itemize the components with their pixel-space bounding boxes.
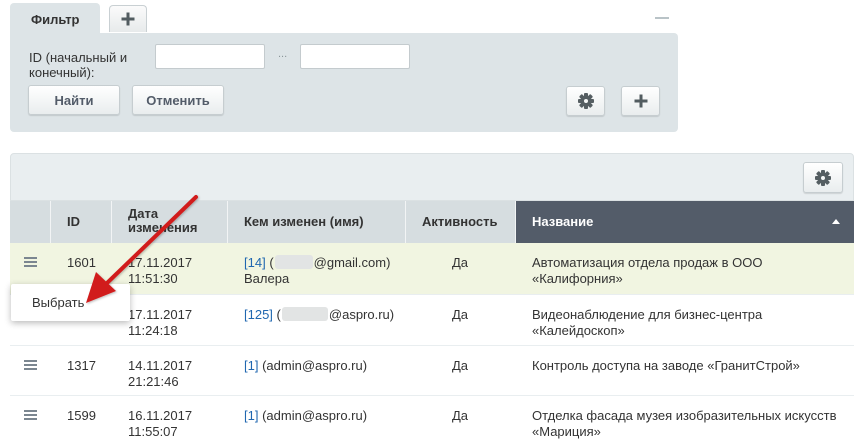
row-modified-by: [125] (@aspro.ru) xyxy=(244,307,395,322)
column-date[interactable]: Дата изменения xyxy=(112,201,228,243)
table-row[interactable]: 1601 17.11.2017 11:51:30 [14] (@gmail.com… xyxy=(10,243,854,295)
collapse-icon[interactable] xyxy=(655,17,669,19)
menu-item-select[interactable]: Выбрать xyxy=(32,295,84,310)
gear-icon xyxy=(815,169,831,186)
id-to-input[interactable] xyxy=(300,44,410,69)
row-id: 1317 xyxy=(67,358,96,373)
row-active: Да xyxy=(452,307,469,322)
column-actions xyxy=(10,201,51,243)
row-name: Автоматизация отдела продаж в ООО «Калиф… xyxy=(532,255,763,286)
user-link[interactable]: [125] xyxy=(244,307,273,322)
user-link[interactable]: [1] xyxy=(244,408,258,423)
grid-rows: 1601 17.11.2017 11:51:30 [14] (@gmail.com… xyxy=(10,243,854,445)
row-active: Да xyxy=(452,358,469,373)
add-filter-field-button[interactable] xyxy=(621,86,660,116)
row-name: Отделка фасада музея изобразительных иск… xyxy=(532,408,837,439)
row-active: Да xyxy=(452,408,469,423)
row-name: Видеонаблюдение для бизнес-центра «Калей… xyxy=(532,307,763,338)
row-menu-icon[interactable] xyxy=(24,360,37,370)
user-link[interactable]: [1] xyxy=(244,358,258,373)
id-range-label: ID (начальный и конечный): xyxy=(29,50,128,80)
row-modified-by: [1] (admin@aspro.ru) xyxy=(244,358,368,373)
row-context-menu: Выбрать xyxy=(11,284,130,321)
cancel-button[interactable]: Отменить xyxy=(132,85,224,115)
table-row[interactable]: 1599 16.11.2017 11:55:07 [1] (admin@aspro… xyxy=(10,396,854,445)
row-id: 1599 xyxy=(67,408,96,423)
row-menu-icon[interactable] xyxy=(24,410,37,420)
find-button[interactable]: Найти xyxy=(28,85,120,115)
row-name: Контроль доступа на заводе «ГранитСтрой» xyxy=(532,358,800,373)
row-menu-icon[interactable] xyxy=(24,257,37,267)
add-filter-tab-button[interactable] xyxy=(109,5,147,32)
row-active: Да xyxy=(452,255,469,270)
range-separator: ... xyxy=(278,48,288,60)
grid-toolbar xyxy=(10,153,854,201)
column-modified-by[interactable]: Кем изменен (имя) xyxy=(228,201,406,243)
table-row[interactable]: 1317 14.11.2017 21:21:46 [1] (admin@aspro… xyxy=(10,346,854,396)
column-name[interactable]: Название xyxy=(516,201,854,243)
column-name-label: Название xyxy=(532,214,594,229)
user-link[interactable]: [14] xyxy=(244,255,266,270)
id-from-input[interactable] xyxy=(155,44,265,69)
plus-icon xyxy=(121,12,135,26)
row-modified-by: [1] (admin@aspro.ru) xyxy=(244,408,368,423)
row-date: 16.11.2017 11:55:07 xyxy=(128,408,193,439)
column-id[interactable]: ID xyxy=(51,201,112,243)
column-active[interactable]: Активность xyxy=(406,201,516,243)
grid-header: ID Дата изменения Кем изменен (имя) Акти… xyxy=(10,201,854,243)
redacted-email xyxy=(274,255,313,269)
table-row[interactable]: 17.11.2017 11:24:18 [125] (@aspro.ru) Да … xyxy=(10,295,854,346)
row-date: 14.11.2017 21:21:46 xyxy=(128,358,193,389)
redacted-email xyxy=(281,307,328,321)
filter-settings-button[interactable] xyxy=(566,86,605,116)
sort-ascending-icon xyxy=(832,219,840,224)
gear-icon xyxy=(577,93,594,109)
grid-settings-button[interactable] xyxy=(803,162,843,193)
plus-icon xyxy=(634,94,647,108)
tab-filter[interactable]: Фильтр xyxy=(10,3,100,35)
row-modified-by: [14] (@gmail.com) Валера xyxy=(244,255,391,286)
filter-panel: ID (начальный и конечный): ... Найти Отм… xyxy=(10,33,678,132)
